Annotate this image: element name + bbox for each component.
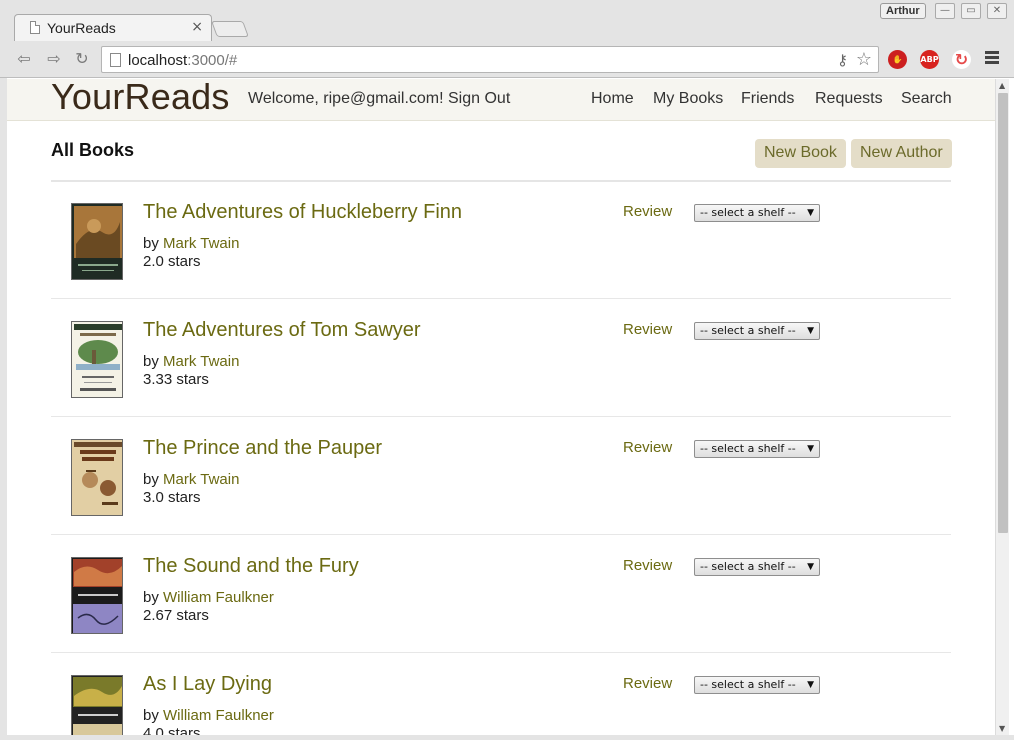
close-icon[interactable]: × xyxy=(191,19,203,35)
new-author-button[interactable]: New Author xyxy=(851,139,952,168)
book-rating: 3.33 stars xyxy=(143,371,209,388)
menu-icon[interactable] xyxy=(985,51,999,66)
review-link[interactable]: Review xyxy=(623,675,672,692)
book-title[interactable]: The Sound and the Fury xyxy=(143,555,359,578)
scroll-up-arrow-icon[interactable]: ▲ xyxy=(999,81,1005,90)
author-link[interactable]: William Faulkner xyxy=(163,589,274,606)
book-cover-image[interactable] xyxy=(71,439,123,516)
browser-toolbar: ⇦ ⇨ ↻ localhost:3000/# ⚷ ☆ ✋ ABP ↻ xyxy=(0,41,1014,77)
book-rating: 4.0 stars xyxy=(143,725,201,735)
page-scrollbar[interactable]: ▲ ▼ xyxy=(995,79,1009,735)
nav-requests[interactable]: Requests xyxy=(815,90,883,108)
book-cover-image[interactable] xyxy=(71,321,123,398)
book-row: The Adventures of Huckleberry Finn by Ma… xyxy=(51,181,951,299)
page-title: All Books xyxy=(51,140,135,160)
shelf-select[interactable]: -- select a shelf -- ▼ xyxy=(694,558,820,576)
shelf-select[interactable]: -- select a shelf -- ▼ xyxy=(694,204,820,222)
nav-home[interactable]: Home xyxy=(591,90,634,108)
forward-icon[interactable]: ⇨ xyxy=(43,49,65,69)
book-author: by Mark Twain xyxy=(143,235,240,252)
browser-tab[interactable]: YourReads × xyxy=(14,14,212,41)
scrollbar-thumb[interactable] xyxy=(998,93,1008,533)
close-window-button[interactable]: ✕ xyxy=(987,3,1007,19)
book-title[interactable]: The Prince and the Pauper xyxy=(143,437,382,460)
page-viewport: YourReads Welcome, ripe@gmail.com! Sign … xyxy=(7,79,995,735)
chevron-down-icon: ▼ xyxy=(807,326,814,336)
maximize-button[interactable]: ▭ xyxy=(961,3,981,19)
window-frame xyxy=(0,78,7,740)
book-title[interactable]: As I Lay Dying xyxy=(143,673,272,696)
profile-badge[interactable]: Arthur xyxy=(880,3,926,19)
book-cover-image[interactable] xyxy=(71,675,123,735)
page-icon xyxy=(110,53,121,67)
new-book-button[interactable]: New Book xyxy=(755,139,846,168)
tab-title: YourReads xyxy=(47,20,116,36)
key-icon[interactable]: ⚷ xyxy=(837,51,848,69)
nav-friends[interactable]: Friends xyxy=(741,90,794,108)
nav-search[interactable]: Search xyxy=(901,90,952,108)
page-icon xyxy=(30,21,40,34)
chevron-down-icon: ▼ xyxy=(807,680,814,690)
adblock-icon[interactable]: ABP xyxy=(920,50,939,69)
book-row: The Sound and the Fury by William Faulkn… xyxy=(51,535,951,653)
minimize-button[interactable]: — xyxy=(935,3,955,19)
book-rating: 2.67 stars xyxy=(143,607,209,624)
review-link[interactable]: Review xyxy=(623,439,672,456)
book-title[interactable]: The Adventures of Tom Sawyer xyxy=(143,319,421,342)
new-tab-button[interactable] xyxy=(211,21,249,37)
tab-strip: YourReads × Arthur — ▭ ✕ xyxy=(0,0,1014,41)
site-logo[interactable]: YourReads xyxy=(51,79,230,118)
review-link[interactable]: Review xyxy=(623,321,672,338)
author-link[interactable]: Mark Twain xyxy=(163,353,239,370)
book-author: by William Faulkner xyxy=(143,589,274,606)
review-link[interactable]: Review xyxy=(623,203,672,220)
book-rating: 2.0 stars xyxy=(143,253,201,270)
site-header: YourReads Welcome, ripe@gmail.com! Sign … xyxy=(7,79,995,121)
book-cover-image[interactable] xyxy=(71,557,123,634)
shelf-select[interactable]: -- select a shelf -- ▼ xyxy=(694,676,820,694)
address-bar[interactable]: localhost:3000/# ⚷ ☆ xyxy=(101,46,879,73)
book-row: The Prince and the Pauper by Mark Twain … xyxy=(51,417,951,535)
book-author: by Mark Twain xyxy=(143,471,240,488)
shelf-select[interactable]: -- select a shelf -- ▼ xyxy=(694,322,820,340)
shelf-select[interactable]: -- select a shelf -- ▼ xyxy=(694,440,820,458)
scroll-down-arrow-icon[interactable]: ▼ xyxy=(999,724,1005,733)
book-author: by William Faulkner xyxy=(143,707,274,724)
book-title[interactable]: The Adventures of Huckleberry Finn xyxy=(143,201,462,224)
back-icon[interactable]: ⇦ xyxy=(13,49,35,69)
reload-icon[interactable]: ↻ xyxy=(71,49,93,69)
fetch-extension-icon[interactable]: ↻ xyxy=(952,50,971,69)
book-row: The Adventures of Tom Sawyer by Mark Twa… xyxy=(51,299,951,417)
window-frame-bottom xyxy=(0,735,1014,740)
book-rating: 3.0 stars xyxy=(143,489,201,506)
author-link[interactable]: William Faulkner xyxy=(163,707,274,724)
review-link[interactable]: Review xyxy=(623,557,672,574)
stop-extension-icon[interactable]: ✋ xyxy=(888,50,907,69)
url-text: localhost:3000/# xyxy=(128,52,238,69)
browser-chrome: YourReads × Arthur — ▭ ✕ ⇦ ⇨ ↻ localhost… xyxy=(0,0,1014,78)
book-author: by Mark Twain xyxy=(143,353,240,370)
chevron-down-icon: ▼ xyxy=(807,562,814,572)
author-link[interactable]: Mark Twain xyxy=(163,471,239,488)
welcome-message[interactable]: Welcome, ripe@gmail.com! Sign Out xyxy=(248,90,510,108)
bookmark-star-icon[interactable]: ☆ xyxy=(856,49,872,70)
chevron-down-icon: ▼ xyxy=(807,444,814,454)
nav-my-books[interactable]: My Books xyxy=(653,90,723,108)
author-link[interactable]: Mark Twain xyxy=(163,235,239,252)
chevron-down-icon: ▼ xyxy=(807,208,814,218)
book-row: As I Lay Dying by William Faulkner 4.0 s… xyxy=(51,653,951,735)
book-cover-image[interactable] xyxy=(71,203,123,280)
